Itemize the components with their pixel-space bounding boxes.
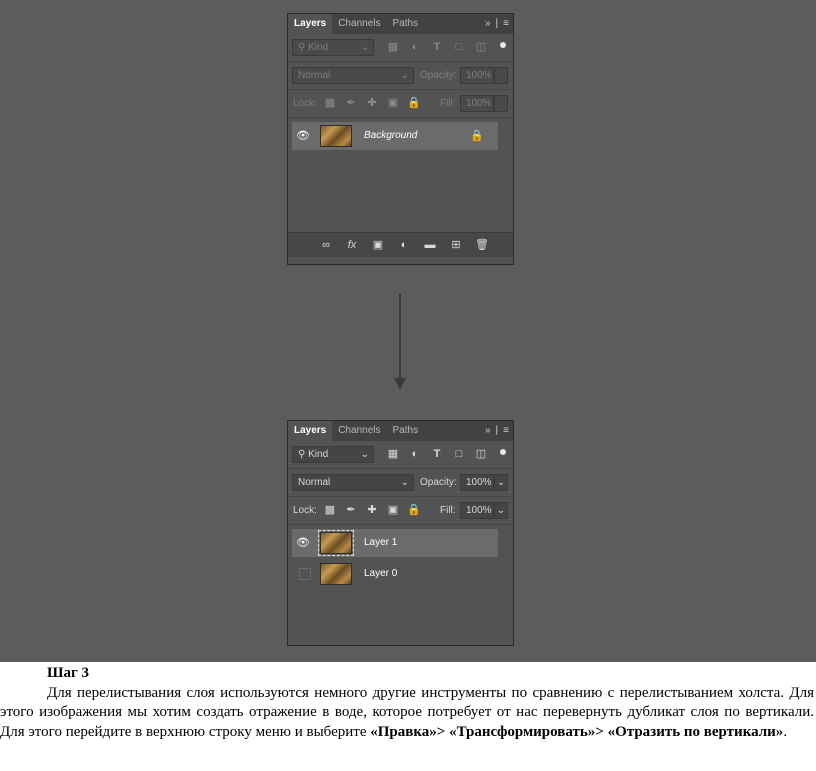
layers-panel-after: Layers Channels Paths » | ≡ ⚲ Kind ⌄ ▦ ◐ T… <box>287 420 514 646</box>
arrow-down-icon <box>399 294 401 380</box>
blend-row: Normal ⌄ Opacity: 100% ⌄ <box>288 469 513 497</box>
layer-row-layer-1[interactable]: 👁 Layer 1 <box>292 529 498 557</box>
tab-paths[interactable]: Paths <box>387 14 425 34</box>
separator: | <box>495 18 499 29</box>
chevron-down-icon: ⌄ <box>400 477 409 488</box>
panel-tabs: Layers Channels Paths » | ≡ <box>288 421 513 441</box>
lock-icon[interactable]: 🔒 <box>407 503 421 517</box>
move-icon[interactable]: ✚ <box>365 503 379 517</box>
lock-label: Lock: <box>293 98 317 109</box>
layer-name: Background <box>364 130 418 141</box>
filter-toggle-icon[interactable] <box>500 42 506 48</box>
fill-dropdown[interactable]: ⌄ <box>494 502 508 519</box>
layer-row-background[interactable]: 👁 Background 🔒 <box>292 122 498 150</box>
new-layer-icon[interactable]: ⊞ <box>449 238 463 252</box>
shape-filter-icon[interactable]: □ <box>452 447 466 461</box>
fill-dropdown[interactable] <box>494 95 508 112</box>
step-text: Шаг 3 Для перелистывания слоя используют… <box>0 664 816 742</box>
blend-mode-select[interactable]: Normal ⌄ <box>292 67 414 84</box>
fill-input[interactable]: 100% <box>460 95 494 112</box>
menu-flip-vertical: «Отразить по вертикали» <box>607 723 784 740</box>
tab-paths[interactable]: Paths <box>387 421 425 441</box>
step-title: Шаг 3 <box>47 665 90 681</box>
layer-name: Layer 0 <box>364 568 398 579</box>
collapse-icon[interactable]: » <box>485 421 491 441</box>
panel-menu-icon[interactable]: ≡ <box>503 421 509 441</box>
filter-kind-select[interactable]: ⚲ Kind ⌄ <box>292 446 374 463</box>
filter-row: ⚲ Kind ⌄ ▦ ◐ T □ ◫ <box>288 441 513 469</box>
arrow-head <box>394 378 406 390</box>
opacity-label: Opacity: <box>420 70 457 81</box>
adjustment-filter-icon[interactable]: ◐ <box>408 447 422 461</box>
artboard-icon[interactable]: ▣ <box>386 96 400 110</box>
panel-footer: ∞ fx ▣ ◐ ▬ ⊞ 🗑 <box>288 232 513 257</box>
chevron-down-icon: ⌄ <box>360 449 369 460</box>
search-icon: ⚲ <box>298 449 306 460</box>
opacity-input[interactable]: 100% <box>460 67 494 84</box>
lock-pixels-icon[interactable]: ▩ <box>323 503 337 517</box>
lock-pixels-icon[interactable]: ▩ <box>323 96 337 110</box>
adjustment-layer-icon[interactable]: ◐ <box>397 238 411 252</box>
layer-thumbnail <box>318 530 354 556</box>
visibility-toggle[interactable] <box>299 568 311 580</box>
separator: | <box>495 425 499 436</box>
opacity-label: Opacity: <box>420 477 457 488</box>
layer-name: Layer 1 <box>364 537 398 548</box>
lock-icon[interactable]: 🔒 <box>407 96 421 110</box>
fill-label: Fill: <box>440 505 456 516</box>
opacity-dropdown[interactable] <box>494 67 508 84</box>
lock-label: Lock: <box>293 505 317 516</box>
opacity-dropdown[interactable]: ⌄ <box>494 474 508 491</box>
folder-icon[interactable]: ▬ <box>423 238 437 252</box>
type-filter-icon[interactable]: T <box>430 447 444 461</box>
fill-input[interactable]: 100% <box>460 502 494 519</box>
artboard-icon[interactable]: ▣ <box>386 503 400 517</box>
mask-icon[interactable]: ▣ <box>371 238 385 252</box>
menu-edit: «Правка» <box>370 723 437 740</box>
trash-icon[interactable]: 🗑 <box>475 238 489 252</box>
panel-menu-icon[interactable]: ≡ <box>503 14 509 34</box>
adjustment-filter-icon[interactable]: ◐ <box>408 40 422 54</box>
chevron-down-icon: ⌄ <box>400 70 409 81</box>
lock-icon[interactable]: 🔒 <box>470 129 484 142</box>
fill-label: Fill: <box>440 98 456 109</box>
collapse-icon[interactable]: » <box>485 14 491 34</box>
move-icon[interactable]: ✚ <box>365 96 379 110</box>
type-filter-icon[interactable]: T <box>430 40 444 54</box>
smart-object-filter-icon[interactable]: ◫ <box>474 447 488 461</box>
chevron-down-icon: ⌄ <box>360 42 369 53</box>
eye-icon[interactable]: 👁 <box>296 130 310 142</box>
filter-toggle-icon[interactable] <box>500 449 506 455</box>
blend-mode-select[interactable]: Normal ⌄ <box>292 474 414 491</box>
lock-row: Lock: ▩ ✒ ✚ ▣ 🔒 Fill: 100% ⌄ <box>288 497 513 525</box>
filter-row: ⚲ Kind ⌄ ▦ ◐ T □ ◫ <box>288 34 513 62</box>
pixel-filter-icon[interactable]: ▦ <box>386 447 400 461</box>
layers-list: 👁 Layer 1 Layer 0 <box>288 525 513 635</box>
fx-icon[interactable]: fx <box>345 238 359 252</box>
pixel-filter-icon[interactable]: ▦ <box>386 40 400 54</box>
brush-icon[interactable]: ✒ <box>344 503 358 517</box>
blend-row: Normal ⌄ Opacity: 100% <box>288 62 513 90</box>
tab-layers[interactable]: Layers <box>288 421 333 441</box>
opacity-input[interactable]: 100% <box>460 474 494 491</box>
layer-thumbnail <box>320 125 352 147</box>
menu-transform: «Трансформировать» <box>449 723 596 740</box>
search-icon: ⚲ <box>298 42 306 53</box>
link-icon[interactable]: ∞ <box>319 238 333 252</box>
layers-panel-before: Layers Channels Paths » | ≡ ⚲ Kind ⌄ ▦ ◐ T… <box>287 13 514 265</box>
lock-row: Lock: ▩ ✒ ✚ ▣ 🔒 Fill: 100% <box>288 90 513 118</box>
layer-row-layer-0[interactable]: Layer 0 <box>292 560 498 588</box>
tab-channels[interactable]: Channels <box>332 14 386 34</box>
tab-channels[interactable]: Channels <box>332 421 386 441</box>
layer-thumbnail <box>320 563 352 585</box>
brush-icon[interactable]: ✒ <box>344 96 358 110</box>
panel-tabs: Layers Channels Paths » | ≡ <box>288 14 513 34</box>
shape-filter-icon[interactable]: □ <box>452 40 466 54</box>
smart-object-filter-icon[interactable]: ◫ <box>474 40 488 54</box>
tab-layers[interactable]: Layers <box>288 14 333 34</box>
eye-icon[interactable]: 👁 <box>296 537 310 549</box>
step-paragraph: Для перелистывания слоя используются нем… <box>0 684 814 740</box>
layers-list: 👁 Background 🔒 <box>288 118 513 233</box>
filter-kind-select[interactable]: ⚲ Kind ⌄ <box>292 39 374 56</box>
